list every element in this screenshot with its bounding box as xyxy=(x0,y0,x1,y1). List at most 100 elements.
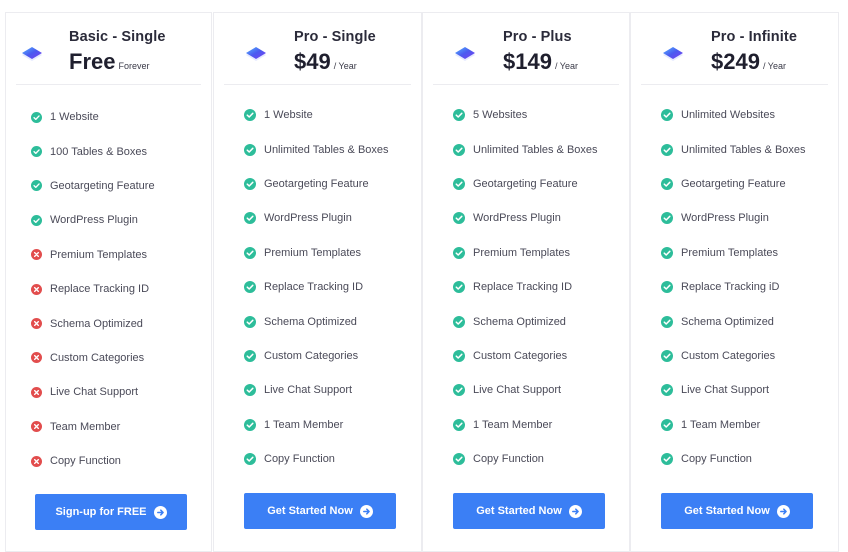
plan-name: Pro - Single xyxy=(294,29,376,45)
plan-card-basic-single: Basic - Single Free Forever 1 Website 100 Ta… xyxy=(5,12,212,552)
plan-price: $249/ Year xyxy=(711,49,786,75)
feature-label: Live Chat Support xyxy=(473,384,562,397)
cta-label: Get Started Now xyxy=(684,505,770,517)
check-circle-icon xyxy=(244,177,256,190)
feature-label: Unlimited Tables & Boxes xyxy=(264,143,389,156)
feature-item: Unlimited Tables & Boxes xyxy=(214,132,421,166)
check-circle-icon xyxy=(31,111,42,123)
feature-label: WordPress Plugin xyxy=(264,212,352,225)
check-circle-icon xyxy=(244,315,256,328)
feature-label: Geotargeting Feature xyxy=(473,177,578,190)
feature-label: Live Chat Support xyxy=(50,386,139,399)
feature-label: Replace Tracking ID xyxy=(473,281,573,294)
feature-item: WordPress Plugin xyxy=(631,201,838,235)
layers-logo-icon xyxy=(451,45,479,65)
check-circle-icon xyxy=(31,214,42,226)
feature-label: Schema Optimized xyxy=(473,315,566,328)
feature-item: Premium Templates xyxy=(6,238,211,272)
feature-item: 100 Tables & Boxes xyxy=(6,134,211,168)
cross-circle-icon xyxy=(31,421,42,433)
feature-item: Unlimited Websites xyxy=(631,98,838,132)
feature-item: Geotargeting Feature xyxy=(214,167,421,201)
feature-list: 1 Website Unlimited Tables & Boxes Geotarg… xyxy=(214,98,421,476)
feature-label: Copy Function xyxy=(264,453,335,466)
plan-price-period: / Year xyxy=(554,61,578,71)
plan-header: Pro - Plus $149/ Year xyxy=(423,13,629,85)
arrow-right-circle-icon xyxy=(568,504,582,518)
feature-item: Live Chat Support xyxy=(6,375,211,409)
check-circle-icon xyxy=(661,453,673,466)
check-circle-icon xyxy=(244,453,256,466)
check-circle-icon xyxy=(661,349,673,362)
feature-item: Live Chat Support xyxy=(423,373,629,407)
feature-label: Schema Optimized xyxy=(50,317,143,330)
check-circle-icon xyxy=(244,143,256,156)
feature-item: 1 Website xyxy=(6,100,211,134)
feature-label: Replace Tracking ID xyxy=(264,281,364,294)
feature-label: Premium Templates xyxy=(50,248,147,261)
plan-header: Pro - Infinite $249/ Year xyxy=(631,13,838,85)
feature-label: Team Member xyxy=(50,420,121,433)
feature-label: WordPress Plugin xyxy=(473,212,561,225)
check-circle-icon xyxy=(453,349,465,362)
feature-item: 1 Team Member xyxy=(214,408,421,442)
feature-label: Replace Tracking iD xyxy=(681,281,780,294)
plan-name: Pro - Plus xyxy=(503,29,572,45)
get-started-button[interactable]: Get Started Now xyxy=(453,493,605,529)
check-circle-icon xyxy=(453,143,465,156)
get-started-button[interactable]: Get Started Now xyxy=(244,493,396,529)
check-circle-icon xyxy=(453,246,465,259)
feature-label: Custom Categories xyxy=(50,351,145,364)
get-started-button[interactable]: Get Started Now xyxy=(661,493,813,529)
feature-label: Schema Optimized xyxy=(681,315,774,328)
sign-up-free-button[interactable]: Sign-up for FREE xyxy=(35,494,187,530)
check-circle-icon xyxy=(661,384,673,397)
feature-label: Geotargeting Feature xyxy=(50,179,155,192)
header-divider xyxy=(641,84,828,85)
feature-label: 100 Tables & Boxes xyxy=(50,145,148,158)
plan-price-period: / Year xyxy=(333,61,357,71)
feature-label: 1 Team Member xyxy=(264,418,344,431)
feature-label: 1 Website xyxy=(264,109,313,122)
feature-item: Schema Optimized xyxy=(6,306,211,340)
plan-name: Pro - Infinite xyxy=(711,29,797,45)
plan-card-pro-infinite: Pro - Infinite $249/ Year Unlimited Websit… xyxy=(630,12,839,552)
feature-list: Unlimited Websites Unlimited Tables & Box… xyxy=(631,98,838,476)
feature-label: WordPress Plugin xyxy=(681,212,769,225)
check-circle-icon xyxy=(244,418,256,431)
feature-list: 1 Website 100 Tables & Boxes Geotargeting … xyxy=(6,100,211,478)
header-divider xyxy=(16,84,201,85)
cross-circle-icon xyxy=(31,318,42,330)
check-circle-icon xyxy=(661,315,673,328)
feature-label: 1 Website xyxy=(50,111,99,124)
feature-item: Geotargeting Feature xyxy=(631,167,838,201)
plan-price-amount: $149 xyxy=(503,49,552,74)
check-circle-icon xyxy=(244,384,256,397)
feature-label: Copy Function xyxy=(681,453,752,466)
feature-label: Geotargeting Feature xyxy=(681,177,786,190)
plan-header: Pro - Single $49/ Year xyxy=(214,13,421,85)
feature-item: Copy Function xyxy=(6,444,211,478)
feature-item: Custom Categories xyxy=(423,339,629,373)
arrow-right-circle-icon xyxy=(359,504,373,518)
cta-label: Sign-up for FREE xyxy=(55,506,147,518)
feature-label: 1 Team Member xyxy=(681,418,761,431)
feature-item: Custom Categories xyxy=(6,341,211,375)
feature-label: Schema Optimized xyxy=(264,315,357,328)
feature-item: Premium Templates xyxy=(631,236,838,270)
check-circle-icon xyxy=(661,177,673,190)
feature-item: Replace Tracking ID xyxy=(423,270,629,304)
check-circle-icon xyxy=(453,315,465,328)
cross-circle-icon xyxy=(31,386,42,398)
check-circle-icon xyxy=(661,143,673,156)
check-circle-icon xyxy=(453,453,465,466)
plan-price-period: / Year xyxy=(762,61,786,71)
feature-item: Replace Tracking ID xyxy=(214,270,421,304)
plan-card-pro-plus: Pro - Plus $149/ Year 5 Websites Unlimited … xyxy=(422,12,630,552)
feature-item: Live Chat Support xyxy=(214,373,421,407)
check-circle-icon xyxy=(244,109,256,122)
feature-label: 1 Team Member xyxy=(473,418,553,431)
feature-item: Copy Function xyxy=(214,442,421,476)
plan-price-amount: $49 xyxy=(294,49,331,74)
feature-item: 1 Team Member xyxy=(423,408,629,442)
